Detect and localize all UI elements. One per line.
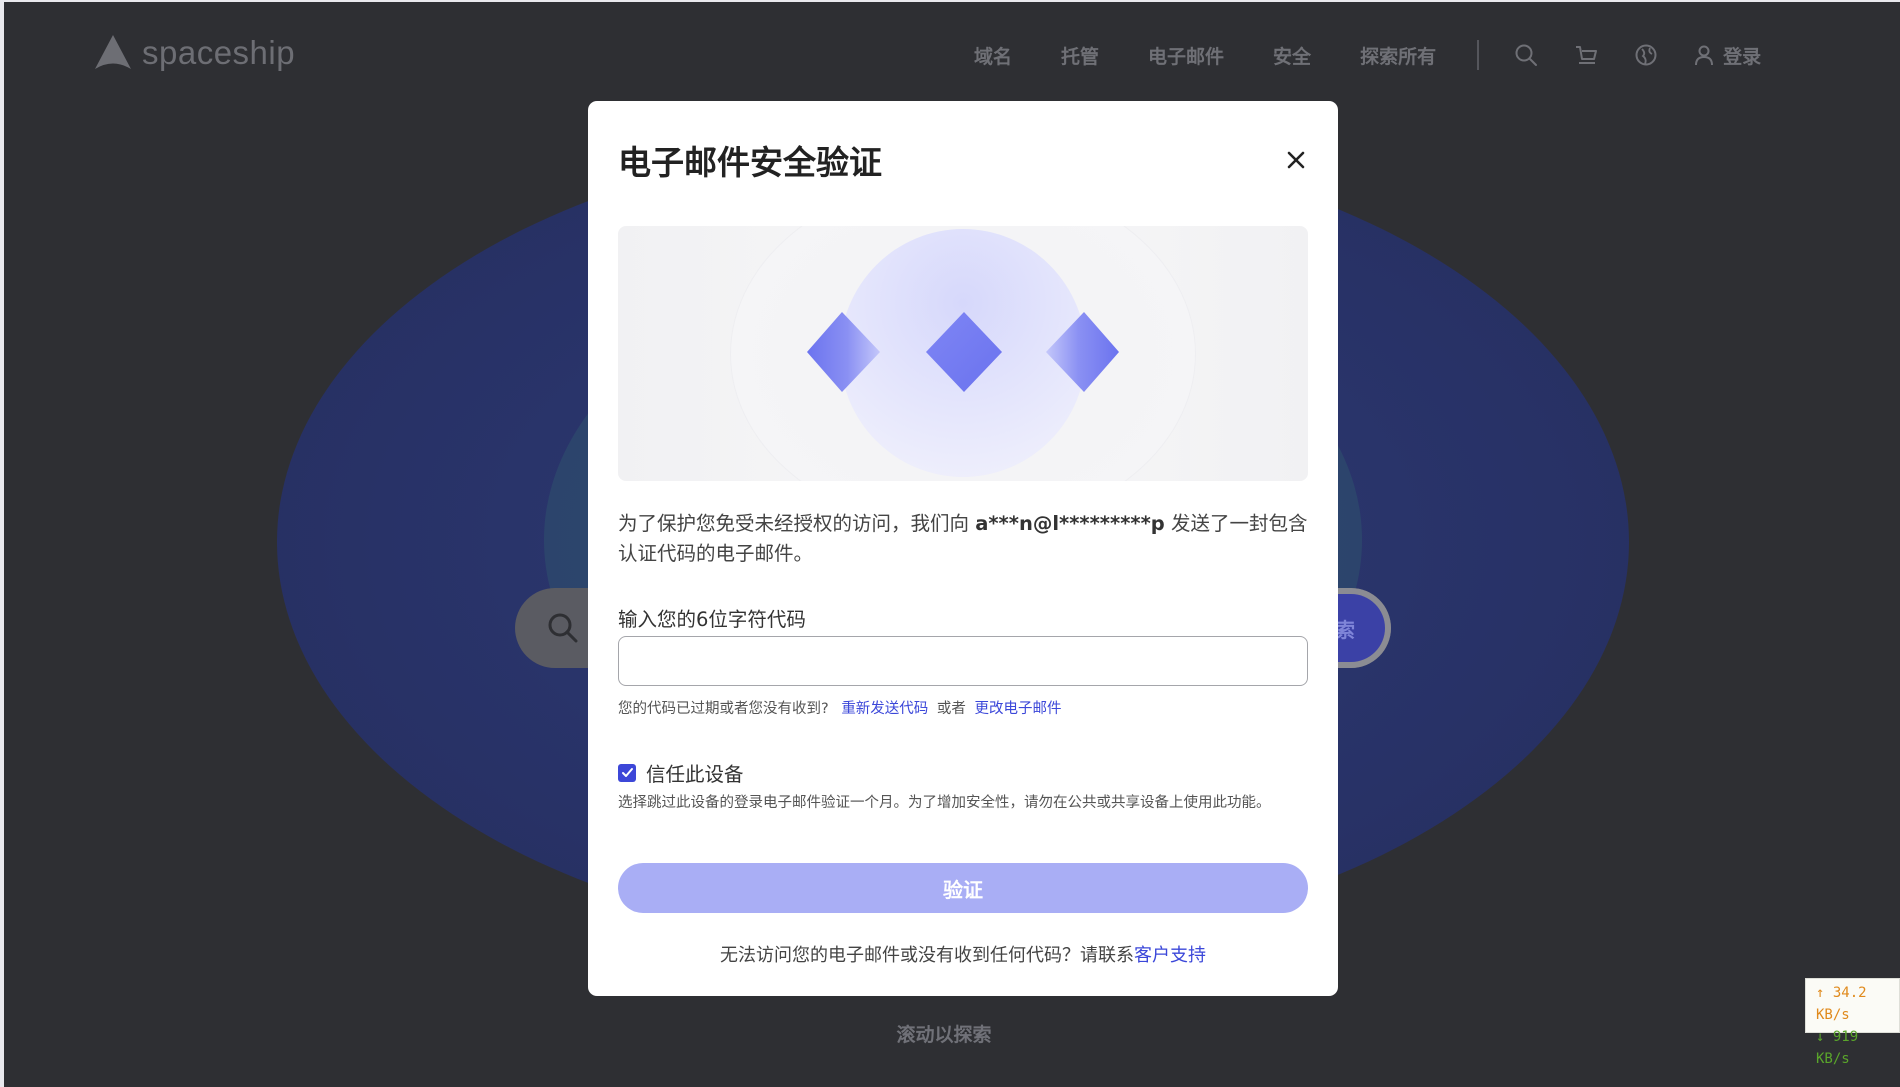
site-header: spaceship 域名 托管 电子邮件 安全 探索所有 登录 bbox=[4, 2, 1900, 102]
email-verification-dialog: 电子邮件安全验证 为了保护您免受未经授权的访问，我们向 a***n@l*****… bbox=[588, 101, 1338, 996]
main-nav: 域名 托管 电子邮件 安全 探索所有 登录 bbox=[974, 40, 1761, 70]
nav-hosting[interactable]: 托管 bbox=[1061, 42, 1099, 69]
support-note: 无法访问您的电子邮件或没有收到任何代码？请联系客户支持 bbox=[588, 941, 1338, 967]
verification-illustration bbox=[618, 226, 1308, 481]
masked-email: a***n@l*********p bbox=[975, 512, 1165, 535]
page-background: 索 滚动以探索 spaceship 域名 托管 电子邮件 安全 探索所有 登录 … bbox=[4, 2, 1900, 1087]
login-link[interactable]: 登录 bbox=[1693, 42, 1761, 69]
support-note-text: 无法访问您的电子邮件或没有收到任何代码？请联系 bbox=[720, 945, 1134, 966]
nav-explore-all[interactable]: 探索所有 bbox=[1360, 42, 1436, 69]
nav-security[interactable]: 安全 bbox=[1273, 42, 1311, 69]
code-field-label: 输入您的6位字符代码 bbox=[618, 608, 806, 631]
verify-button[interactable]: 验证 bbox=[618, 863, 1308, 913]
dialog-title: 电子邮件安全验证 bbox=[618, 143, 882, 182]
upload-speed: ↑ 34.2 KB/s bbox=[1816, 985, 1867, 1023]
close-icon[interactable] bbox=[1279, 143, 1313, 177]
search-icon bbox=[548, 613, 578, 643]
resend-prompt: 您的代码已过期或者您没有收到? bbox=[618, 701, 829, 717]
nav-divider bbox=[1477, 40, 1480, 70]
resend-row: 您的代码已过期或者您没有收到? 重新发送代码 或者 更改电子邮件 bbox=[618, 697, 1062, 718]
trust-device-row: 信任此设备 bbox=[618, 758, 744, 787]
nav-domains[interactable]: 域名 bbox=[974, 42, 1012, 69]
logo-text: spaceship bbox=[142, 34, 296, 71]
diamond-shapes-icon bbox=[807, 312, 1119, 392]
resend-code-link[interactable]: 重新发送代码 bbox=[841, 701, 928, 717]
scroll-hint: 滚动以探索 bbox=[896, 1024, 992, 1046]
change-email-link[interactable]: 更改电子邮件 bbox=[975, 701, 1062, 717]
cart-icon[interactable] bbox=[1573, 42, 1599, 68]
verification-code-input[interactable] bbox=[618, 636, 1308, 686]
search-icon[interactable] bbox=[1513, 42, 1539, 68]
description-text: 为了保护您免受未经授权的访问，我们向 bbox=[618, 512, 976, 535]
login-label: 登录 bbox=[1723, 45, 1762, 68]
network-speed-widget: ↑ 34.2 KB/s ↓ 919 KB/s bbox=[1805, 978, 1900, 1067]
trust-device-note: 选择跳过此设备的登录电子邮件验证一个月。为了增加安全性，请勿在公共或共享设备上使… bbox=[618, 795, 1271, 811]
verification-description: 为了保护您免受未经授权的访问，我们向 a***n@l*********p 发送了… bbox=[618, 509, 1310, 569]
language-globe-icon[interactable] bbox=[1633, 42, 1659, 68]
trust-device-label[interactable]: 信任此设备 bbox=[646, 758, 744, 787]
download-speed: ↓ 919 KB/s bbox=[1816, 1029, 1859, 1067]
user-icon bbox=[1695, 45, 1714, 66]
trust-device-checkbox[interactable] bbox=[618, 763, 636, 782]
spaceship-logo-icon bbox=[95, 35, 131, 69]
checkmark-icon bbox=[621, 768, 633, 777]
customer-support-link[interactable]: 客户支持 bbox=[1134, 945, 1206, 966]
nav-email[interactable]: 电子邮件 bbox=[1148, 42, 1224, 69]
logo[interactable]: spaceship bbox=[92, 32, 295, 74]
resend-or-text: 或者 bbox=[936, 701, 966, 717]
